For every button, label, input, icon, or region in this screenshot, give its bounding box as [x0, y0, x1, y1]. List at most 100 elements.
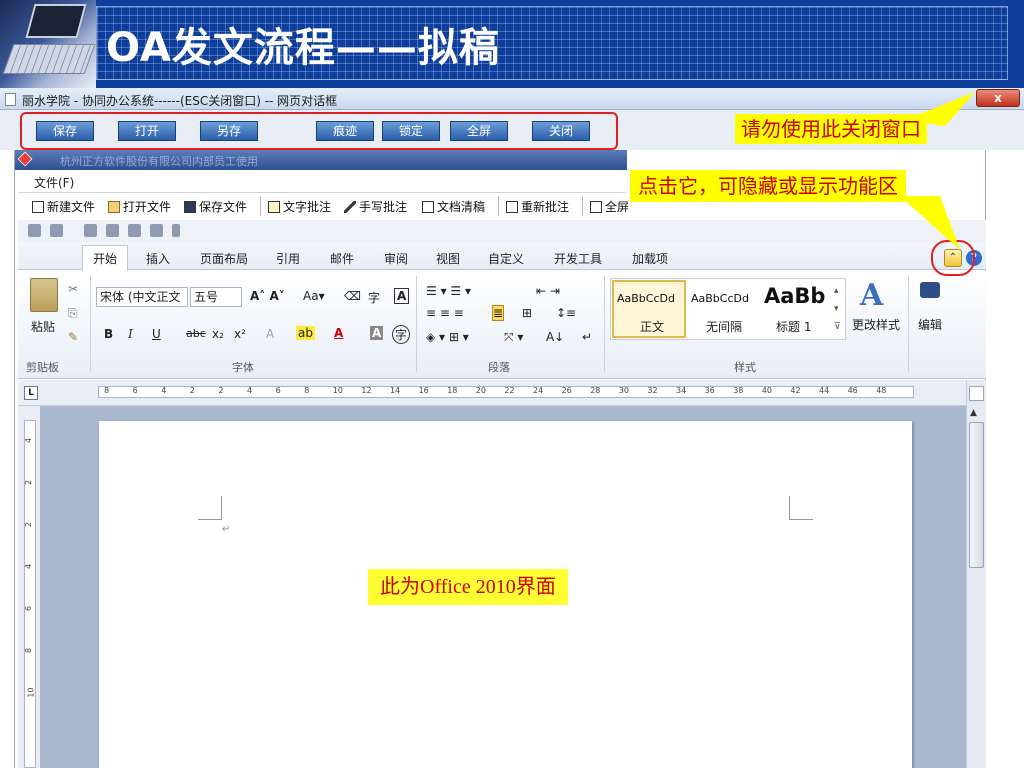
- close-warning-callout: 请勿使用此关闭窗口: [735, 114, 927, 144]
- control-caption: 杭州正方软件股份有限公司内部员工使用: [60, 155, 258, 168]
- font-color-icon[interactable]: A: [334, 326, 343, 340]
- italic-icon[interactable]: I: [128, 327, 133, 341]
- reannotate-command[interactable]: 重新批注: [506, 198, 569, 216]
- edit-label[interactable]: 编辑: [918, 316, 942, 333]
- print-preview-icon[interactable]: [106, 224, 119, 237]
- tab-developer[interactable]: 开发工具: [554, 250, 602, 267]
- group-divider: [416, 276, 417, 372]
- ruler-tick-label: 2: [189, 386, 195, 395]
- command-separator: [260, 196, 261, 216]
- shading-icon[interactable]: ◈ ▾ ⊞ ▾: [426, 330, 469, 344]
- ruler-tick-label: 12: [361, 386, 372, 395]
- tab-insert[interactable]: 插入: [146, 250, 170, 267]
- copy-icon[interactable]: ⎘: [68, 306, 78, 321]
- dialog-titlebar: 丽水学院 - 协同办公系统------(ESC关闭窗口) -- 网页对话框: [0, 88, 1024, 110]
- find-icon[interactable]: [920, 282, 940, 298]
- paste-label[interactable]: 粘贴: [31, 318, 55, 335]
- subscript-icon[interactable]: x₂: [212, 327, 224, 341]
- tab-page-layout[interactable]: 页面布局: [200, 250, 248, 267]
- change-case-icon[interactable]: Aa▾: [303, 289, 325, 303]
- save-file-command[interactable]: 保存文件: [184, 198, 247, 216]
- crop-mark-left: [198, 496, 222, 520]
- change-styles-icon[interactable]: A: [860, 278, 883, 313]
- distribute-icon[interactable]: ⊞: [522, 306, 532, 320]
- sort-icon[interactable]: A↓: [546, 330, 564, 344]
- tab-references[interactable]: 引用: [276, 250, 300, 267]
- crop-mark-right: [789, 496, 813, 520]
- grow-font-icon[interactable]: A˄ A˅: [250, 289, 285, 303]
- bold-icon[interactable]: B: [104, 327, 113, 341]
- clipboard-icon[interactable]: [30, 278, 58, 312]
- indent-icon[interactable]: ⇤ ⇥: [536, 284, 560, 298]
- ribbon-toggle-callout: 点击它，可隐藏或显示功能区: [630, 170, 906, 202]
- clear-format-icon[interactable]: ⌫: [344, 289, 361, 303]
- text-effects-icon[interactable]: A: [266, 327, 274, 341]
- format-painter-icon[interactable]: ✎: [68, 330, 78, 344]
- character-border-icon[interactable]: A: [394, 288, 410, 304]
- open-folder-icon: [108, 201, 120, 213]
- style-no-spacing-name: 无间隔: [706, 320, 743, 334]
- tab-home[interactable]: 开始: [93, 250, 117, 267]
- tab-view[interactable]: 视图: [436, 250, 460, 267]
- cut-icon[interactable]: ✂: [68, 282, 78, 296]
- tab-mailings[interactable]: 邮件: [330, 250, 354, 267]
- ruler-tick-label: 22: [504, 386, 515, 395]
- line-spacing-icon[interactable]: ↕≡: [556, 306, 576, 320]
- ruler-tick-label: 24: [533, 386, 544, 395]
- clean-document-command[interactable]: 文档清稿: [422, 198, 485, 216]
- fullscreen-command[interactable]: 全屏: [590, 198, 629, 216]
- handwriting-annotation-command[interactable]: 手写批注: [344, 198, 407, 216]
- vertical-ruler-tick-label: 2: [24, 521, 34, 528]
- ruler-tick-label: 32: [647, 386, 658, 395]
- change-styles-label[interactable]: 更改样式: [852, 316, 900, 333]
- style-heading-1-name: 标题 1: [776, 320, 812, 334]
- paragraph-mark-icon[interactable]: ↵: [582, 330, 592, 344]
- ruler-tick-label: 28: [590, 386, 601, 395]
- tab-review[interactable]: 审阅: [384, 250, 408, 267]
- redo-icon[interactable]: [84, 224, 97, 237]
- toolbar-highlight-box: [20, 112, 618, 150]
- underline-icon[interactable]: U: [152, 327, 161, 341]
- scroll-up-icon[interactable]: ▲: [970, 408, 977, 418]
- strikethrough-icon[interactable]: abc: [186, 327, 206, 340]
- superscript-icon[interactable]: x²: [234, 327, 246, 341]
- justify-icon[interactable]: ≣: [492, 305, 505, 321]
- ruler-tick-label: 40: [761, 386, 772, 395]
- font-name-select[interactable]: 宋体 (中文正文: [96, 287, 188, 307]
- tab-addins[interactable]: 加载项: [632, 250, 668, 267]
- font-size-select[interactable]: 五号: [190, 287, 242, 307]
- vertical-ruler-tick-label: 6: [24, 605, 34, 612]
- ruler-tick-label: 6: [275, 386, 281, 395]
- scrollbar-thumb[interactable]: [969, 422, 984, 568]
- ruler-tick-label: 10: [332, 386, 343, 395]
- text-annotation-command[interactable]: 文字批注: [268, 198, 331, 216]
- save-icon[interactable]: [28, 224, 41, 237]
- image-icon[interactable]: [128, 224, 141, 237]
- new-file-command[interactable]: 新建文件: [32, 198, 95, 216]
- file-menu[interactable]: 文件(F): [34, 174, 74, 191]
- toggle-highlight-ring: [931, 240, 975, 276]
- tab-selector-icon[interactable]: L: [24, 386, 38, 400]
- chinese-layout-icon[interactable]: ⤧ ▾: [504, 330, 523, 345]
- window-close-button[interactable]: x: [976, 89, 1020, 107]
- customize-qat-icon[interactable]: [172, 224, 180, 237]
- ruler-toggle-icon[interactable]: [969, 386, 984, 401]
- vertical-ruler-strip: [24, 420, 36, 768]
- character-shading-icon[interactable]: A: [370, 326, 384, 340]
- folder-icon[interactable]: [150, 224, 163, 237]
- menu-divider: [18, 192, 626, 193]
- undo-icon[interactable]: [50, 224, 63, 237]
- bullets-icon[interactable]: ☰ ▾ ☰ ▾: [426, 284, 471, 298]
- gallery-scroll-icon[interactable]: ▴ ▾ ⊽: [834, 282, 841, 336]
- computer-photo: [0, 0, 96, 88]
- open-file-command[interactable]: 打开文件: [108, 198, 171, 216]
- tab-custom[interactable]: 自定义: [488, 250, 524, 267]
- enclose-character-icon[interactable]: 字: [392, 325, 411, 344]
- align-icons[interactable]: ≡ ≡ ≡: [426, 306, 464, 320]
- highlight-icon[interactable]: ab: [296, 326, 315, 340]
- ruler-tick-label: 20: [475, 386, 486, 395]
- office-version-note: 此为Office 2010界面: [368, 569, 568, 605]
- group-styles-label: 样式: [734, 361, 756, 374]
- ruler-tick-label: 16: [418, 386, 429, 395]
- phonetic-guide-icon[interactable]: 字: [368, 289, 380, 306]
